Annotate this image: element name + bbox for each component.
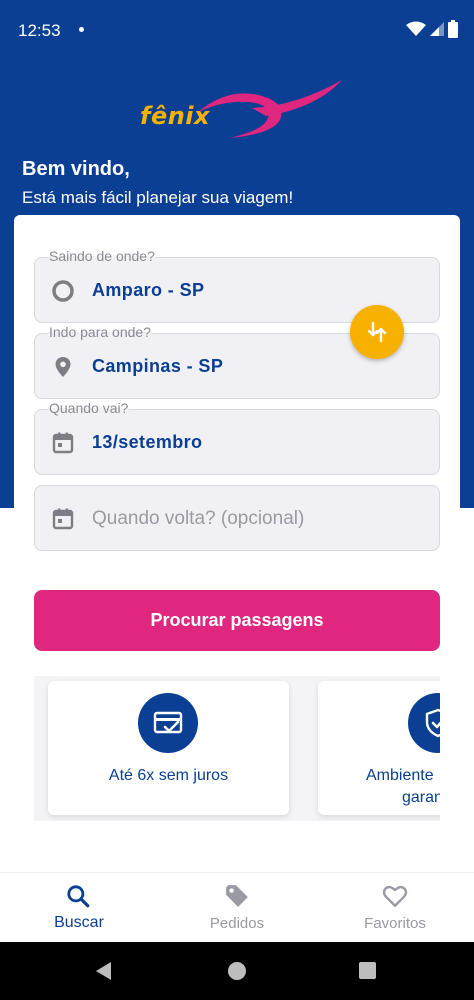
calendar-icon — [52, 432, 74, 454]
origin-value: Amparo - SP — [92, 280, 205, 300]
features-carousel[interactable]: Até 6x sem juros Ambiente garantido — [34, 676, 440, 821]
return-placeholder: Quando volta? (opcional) — [92, 508, 305, 529]
feature-text: Até 6x sem juros — [108, 767, 229, 784]
battery-icon — [448, 20, 458, 38]
heart-icon — [382, 885, 408, 907]
nav-item-favoritos[interactable]: Favoritos — [316, 873, 474, 943]
departure-date-field[interactable]: Quando vai? 13/setembro — [34, 400, 440, 475]
home-icon[interactable] — [228, 962, 246, 980]
feature-card-installments[interactable]: Até 6x sem juros — [48, 681, 289, 815]
fenix-logo: fênix — [136, 78, 346, 142]
origin-label: Saindo de onde? — [48, 248, 156, 264]
nav-label-favoritos: Favoritos — [364, 915, 426, 932]
nav-item-buscar[interactable]: Buscar — [0, 873, 158, 943]
status-bar: 12:53 — [0, 0, 474, 60]
feature-text-line1: Ambiente — [366, 767, 434, 784]
signal-icon — [430, 22, 444, 36]
nav-item-pedidos[interactable]: Pedidos — [158, 873, 316, 943]
welcome-subtitle: Está mais fácil planejar sua viagem! — [22, 188, 294, 207]
swap-button[interactable] — [350, 305, 404, 359]
back-icon[interactable] — [96, 962, 111, 980]
search-icon — [67, 885, 90, 908]
bottom-navigation: Buscar Pedidos Favoritos — [0, 872, 474, 942]
search-tickets-button[interactable]: Procurar passagens — [34, 590, 440, 651]
credit-card-check-icon — [153, 711, 183, 734]
tag-icon — [226, 885, 248, 907]
location-pin-icon — [55, 357, 71, 377]
feature-text: Ambiente garantido — [366, 765, 440, 809]
recent-apps-icon[interactable] — [359, 962, 376, 979]
feature-icon-circle — [138, 693, 198, 753]
calendar-icon — [52, 508, 74, 530]
wifi-icon — [406, 21, 426, 36]
feature-icon-circle — [408, 693, 440, 753]
swap-arrows-icon — [367, 321, 387, 343]
destination-value: Campinas - SP — [92, 356, 224, 376]
status-time: 12:53 — [18, 21, 61, 40]
origin-circle-icon — [52, 280, 74, 302]
feature-text-line2: garantido — [402, 789, 440, 806]
welcome-title: Bem vindo, — [22, 158, 130, 180]
return-date-field[interactable]: Quando volta? (opcional) — [34, 485, 440, 551]
departure-label: Quando vai? — [48, 400, 130, 416]
nav-label-pedidos: Pedidos — [209, 915, 265, 932]
destination-label: Indo para onde? — [48, 324, 152, 340]
departure-value: 13/setembro — [92, 432, 203, 452]
feature-card-secure[interactable]: Ambiente garantido — [318, 681, 440, 815]
notification-dot-icon — [79, 27, 84, 32]
shield-check-icon — [425, 708, 440, 738]
nav-label-buscar: Buscar — [54, 914, 104, 931]
logo-text: fênix — [140, 102, 211, 130]
